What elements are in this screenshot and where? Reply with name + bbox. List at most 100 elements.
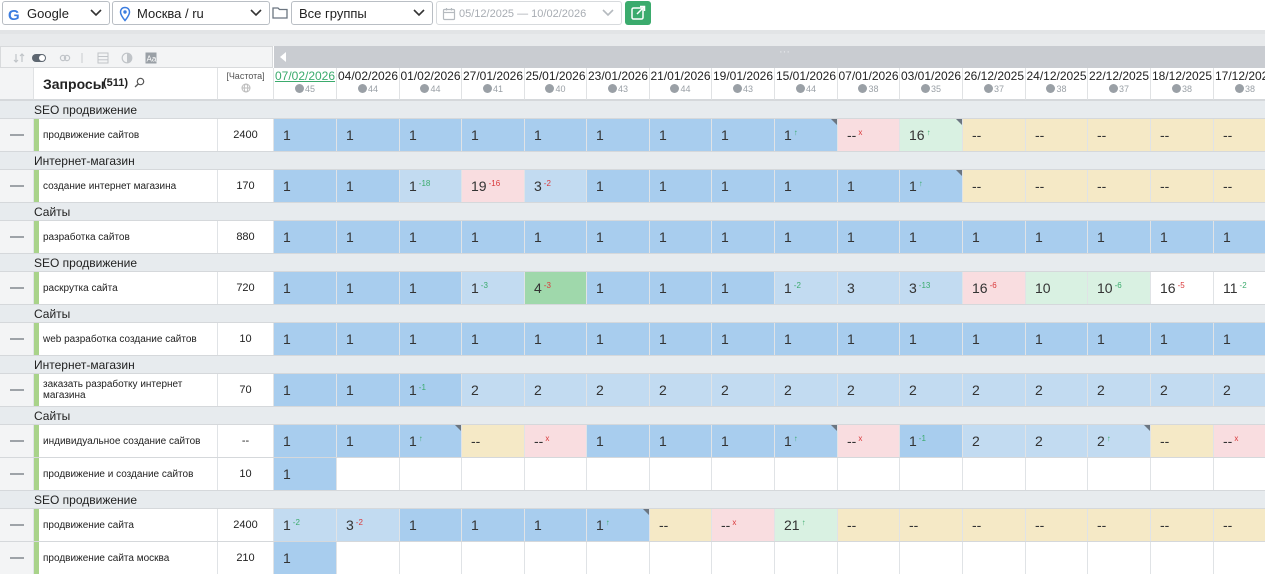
- query-cell[interactable]: индивидуальное создание сайтов: [34, 425, 218, 457]
- position-cell[interactable]: 1: [525, 509, 587, 541]
- position-cell[interactable]: [587, 458, 650, 490]
- search-engine-select[interactable]: G Google: [2, 1, 110, 25]
- position-cell[interactable]: 1 ↑: [400, 425, 462, 457]
- date-column-header[interactable]: 01/02/2026 44: [400, 68, 462, 100]
- search-icon[interactable]: [134, 77, 145, 88]
- position-cell[interactable]: [462, 458, 525, 490]
- position-cell[interactable]: 2: [900, 374, 963, 406]
- position-cell[interactable]: 1: [775, 221, 838, 253]
- position-cell[interactable]: [1214, 542, 1265, 574]
- position-cell[interactable]: 1: [274, 119, 337, 151]
- position-cell[interactable]: [525, 458, 587, 490]
- date-column-header[interactable]: 04/02/2026 44: [337, 68, 400, 100]
- position-cell[interactable]: 1: [400, 323, 462, 355]
- position-cell[interactable]: [587, 542, 650, 574]
- position-cell[interactable]: 1: [337, 374, 400, 406]
- position-cell[interactable]: 1: [337, 323, 400, 355]
- row-handle[interactable]: [0, 509, 34, 541]
- group-select[interactable]: Все группы: [291, 1, 433, 25]
- position-cell[interactable]: 1: [274, 323, 337, 355]
- position-cell[interactable]: 1: [587, 119, 650, 151]
- position-cell[interactable]: [462, 542, 525, 574]
- position-cell[interactable]: -- x: [838, 425, 900, 457]
- date-column-header[interactable]: 21/01/2026 44: [650, 68, 712, 100]
- position-cell[interactable]: 1: [712, 425, 775, 457]
- contrast-icon[interactable]: [121, 51, 133, 64]
- position-cell[interactable]: 1 -1: [400, 374, 462, 406]
- position-cell[interactable]: 1: [712, 170, 775, 202]
- query-cell[interactable]: продвижение сайтов: [34, 119, 218, 151]
- position-cell[interactable]: --: [1026, 119, 1088, 151]
- drag-handle[interactable]: ···: [779, 46, 790, 58]
- row-handle[interactable]: [0, 119, 34, 151]
- position-cell[interactable]: 1: [337, 170, 400, 202]
- position-cell[interactable]: --: [1151, 425, 1214, 457]
- position-cell[interactable]: 1 ↑: [900, 170, 963, 202]
- row-handle[interactable]: [0, 425, 34, 457]
- query-cell[interactable]: продвижение сайта: [34, 509, 218, 541]
- position-cell[interactable]: 1: [274, 425, 337, 457]
- position-cell[interactable]: --: [900, 509, 963, 541]
- position-cell[interactable]: --: [1088, 509, 1151, 541]
- position-cell[interactable]: 1: [650, 272, 712, 304]
- date-column-header[interactable]: 23/01/2026 43: [587, 68, 650, 100]
- query-cell[interactable]: создание интернет магазина: [34, 170, 218, 202]
- date-column-header[interactable]: 19/01/2026 43: [712, 68, 775, 100]
- position-cell[interactable]: 1: [274, 374, 337, 406]
- position-cell[interactable]: [1088, 458, 1151, 490]
- position-cell[interactable]: 2: [1088, 374, 1151, 406]
- position-cell[interactable]: 1: [1151, 323, 1214, 355]
- region-select[interactable]: Москва / ru: [112, 1, 270, 25]
- position-cell[interactable]: 1: [650, 170, 712, 202]
- position-cell[interactable]: [775, 458, 838, 490]
- row-handle[interactable]: [0, 542, 34, 574]
- query-cell[interactable]: web разработка создание сайтов: [34, 323, 218, 355]
- position-cell[interactable]: [337, 458, 400, 490]
- position-cell[interactable]: 1: [838, 221, 900, 253]
- position-cell[interactable]: 1: [337, 221, 400, 253]
- position-cell[interactable]: --: [1151, 119, 1214, 151]
- position-cell[interactable]: 1: [274, 221, 337, 253]
- position-cell[interactable]: 2: [525, 374, 587, 406]
- position-cell[interactable]: 1: [838, 170, 900, 202]
- position-cell[interactable]: 1: [525, 119, 587, 151]
- position-cell[interactable]: 1: [462, 221, 525, 253]
- date-column-header[interactable]: 03/01/2026 35: [900, 68, 963, 100]
- position-cell[interactable]: 16 -5: [1151, 272, 1214, 304]
- date-column-header[interactable]: 17/12/202538: [1214, 68, 1265, 100]
- position-cell[interactable]: 1: [337, 119, 400, 151]
- position-cell[interactable]: 2: [838, 374, 900, 406]
- position-cell[interactable]: --: [1026, 509, 1088, 541]
- date-column-header[interactable]: 07/01/2026 38: [838, 68, 900, 100]
- position-cell[interactable]: 2: [963, 425, 1026, 457]
- position-cell[interactable]: 1: [400, 119, 462, 151]
- position-cell[interactable]: --: [1026, 170, 1088, 202]
- position-cell[interactable]: 1: [963, 323, 1026, 355]
- position-cell[interactable]: 1: [1088, 221, 1151, 253]
- position-cell[interactable]: --: [462, 425, 525, 457]
- table-icon[interactable]: [97, 51, 109, 64]
- position-cell[interactable]: 1: [525, 323, 587, 355]
- position-cell[interactable]: 1 ↑: [587, 509, 650, 541]
- position-cell[interactable]: 1: [1088, 323, 1151, 355]
- text-format-icon[interactable]: Aa: [145, 51, 157, 64]
- position-cell[interactable]: 1: [712, 272, 775, 304]
- position-cell[interactable]: [838, 458, 900, 490]
- position-cell[interactable]: 3: [838, 272, 900, 304]
- sort-icon[interactable]: [13, 51, 25, 63]
- dates-scroll-bar[interactable]: ···: [274, 46, 1265, 68]
- position-cell[interactable]: -- x: [1214, 425, 1265, 457]
- query-column-header[interactable]: Запросы (511): [34, 68, 218, 100]
- position-cell[interactable]: 2 ↑: [1088, 425, 1151, 457]
- position-cell[interactable]: [650, 458, 712, 490]
- position-cell[interactable]: 1: [712, 221, 775, 253]
- position-cell[interactable]: 1: [462, 509, 525, 541]
- position-cell[interactable]: 1: [1026, 221, 1088, 253]
- position-cell[interactable]: 4 -3: [525, 272, 587, 304]
- position-cell[interactable]: [963, 542, 1026, 574]
- position-cell[interactable]: --: [1088, 170, 1151, 202]
- position-cell[interactable]: [1088, 542, 1151, 574]
- position-cell[interactable]: --: [1151, 509, 1214, 541]
- query-cell[interactable]: разработка сайтов: [34, 221, 218, 253]
- position-cell[interactable]: 2: [1151, 374, 1214, 406]
